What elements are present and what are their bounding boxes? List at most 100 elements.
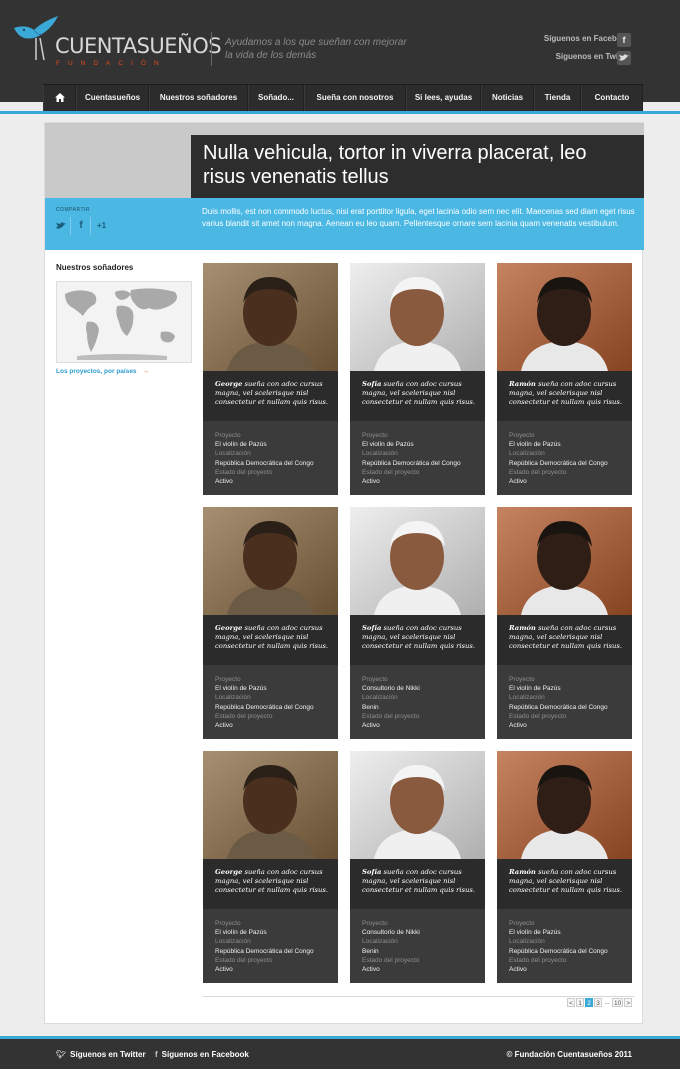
project-value: El violín de Pazús bbox=[509, 929, 561, 937]
nav-cuentasuenos[interactable]: Cuentasueños bbox=[76, 85, 149, 111]
project-value: Consultorio de Nikki bbox=[362, 929, 420, 937]
location-value: República Democrática del Congo bbox=[509, 459, 608, 467]
world-map[interactable] bbox=[56, 281, 192, 363]
dreamer-quote: George sueña con adoc cursus magna, vel … bbox=[203, 859, 338, 909]
status-label: Estado del proyecto bbox=[215, 956, 273, 964]
nav-sonado[interactable]: Soñado... bbox=[248, 85, 304, 111]
project-value: El violín de Pazús bbox=[215, 441, 267, 449]
location-value: República Democrática del Congo bbox=[509, 703, 608, 711]
dreamer-card[interactable]: George sueña con adoc cursus magna, vel … bbox=[203, 263, 338, 495]
project-info: Proyecto El violín de Pazús Localización Re… bbox=[509, 675, 629, 730]
nav-suena-con-nosotros[interactable]: Sueña con nosotros bbox=[304, 85, 406, 111]
location-label: Localización bbox=[509, 938, 545, 946]
project-label: Proyecto bbox=[509, 920, 535, 927]
main-nav: Cuentasueños Nuestros soñadores Soñado..… bbox=[43, 84, 643, 111]
dreamer-card[interactable]: Sofía sueña con adoc cursus magna, vel s… bbox=[350, 263, 485, 495]
pagination: < 1 2 3 ... 10 > bbox=[567, 998, 633, 1007]
dreamer-quote: Ramón sueña con adoc cursus magna, vel s… bbox=[497, 859, 632, 909]
dreamer-name: Ramón bbox=[509, 868, 536, 876]
status-label: Estado del proyecto bbox=[215, 712, 273, 720]
footer-facebook-link[interactable]: f Síguenos en Facebook bbox=[155, 1050, 249, 1059]
dreamer-name: Sofía bbox=[362, 868, 382, 876]
nav-contacto[interactable]: Contacto bbox=[581, 85, 643, 111]
facebook-icon[interactable]: f bbox=[617, 33, 631, 47]
location-label: Localización bbox=[362, 938, 398, 946]
dreamer-photo bbox=[497, 263, 632, 371]
content-panel: Nulla vehicula, tortor in viverra placer… bbox=[44, 122, 644, 1024]
dreamer-photo bbox=[203, 263, 338, 371]
dreamer-card[interactable]: George sueña con adoc cursus magna, vel … bbox=[203, 751, 338, 983]
status-value: Activo bbox=[509, 478, 527, 486]
dreamer-name: Ramón bbox=[509, 624, 536, 632]
dreamer-photo bbox=[350, 263, 485, 371]
sidebar-title: Nuestros soñadores bbox=[56, 263, 134, 272]
dreamer-card[interactable]: Sofía sueña con adoc cursus magna, vel s… bbox=[350, 507, 485, 739]
location-label: Localización bbox=[509, 694, 545, 702]
footer-facebook-label: Síguenos en Facebook bbox=[161, 1050, 249, 1059]
twitter-icon: 🐦︎ bbox=[56, 1050, 67, 1059]
sidebar-projects-by-country-link[interactable]: Los proyectos, por países → bbox=[56, 368, 149, 375]
dreamer-photo bbox=[497, 751, 632, 859]
status-value: Activo bbox=[215, 478, 233, 486]
status-label: Estado del proyecto bbox=[362, 468, 420, 476]
share-plusone-icon[interactable]: +1 bbox=[92, 217, 111, 235]
status-label: Estado del proyecto bbox=[509, 956, 567, 964]
location-label: Localización bbox=[215, 938, 251, 946]
share-twitter-icon[interactable] bbox=[52, 217, 71, 235]
sidebar-link-label: Los proyectos, por países bbox=[56, 368, 137, 375]
project-value: El violín de Pazús bbox=[509, 685, 561, 693]
location-label: Localización bbox=[362, 450, 398, 458]
project-value: Consultorio de Nikki bbox=[362, 685, 420, 693]
status-value: Activo bbox=[362, 966, 380, 974]
project-label: Proyecto bbox=[362, 676, 388, 683]
home-icon bbox=[54, 93, 65, 103]
dreamer-card[interactable]: Ramón sueña con adoc cursus magna, vel s… bbox=[497, 751, 632, 983]
site-logo[interactable]: CUENTASUEÑOS FUNDACIÓN bbox=[12, 14, 222, 70]
nav-accent-bar bbox=[0, 111, 680, 114]
nav-home[interactable] bbox=[43, 85, 76, 111]
dreamer-quote: Sofía sueña con adoc cursus magna, vel s… bbox=[350, 859, 485, 909]
dreamer-card[interactable]: George sueña con adoc cursus magna, vel … bbox=[203, 507, 338, 739]
dreamer-name: George bbox=[215, 380, 243, 388]
pagination-next[interactable]: > bbox=[624, 998, 633, 1007]
dreamer-name: Sofía bbox=[362, 380, 382, 388]
nav-si-lees-ayudas[interactable]: Si lees, ayudas bbox=[406, 85, 481, 111]
project-label: Proyecto bbox=[215, 676, 241, 683]
nav-nuestros-sonadores[interactable]: Nuestros soñadores bbox=[149, 85, 248, 111]
nav-tienda[interactable]: Tienda bbox=[534, 85, 581, 111]
pagination-page-3[interactable]: 3 bbox=[594, 998, 602, 1007]
location-label: Localización bbox=[362, 694, 398, 702]
project-info: Proyecto El violín de Pazús Localización Re… bbox=[215, 431, 335, 486]
pagination-page-2[interactable]: 2 bbox=[585, 998, 593, 1007]
dreamer-name: George bbox=[215, 868, 243, 876]
location-value: República Democrática del Congo bbox=[362, 459, 461, 467]
project-label: Proyecto bbox=[215, 920, 241, 927]
world-map-icon bbox=[65, 288, 177, 360]
dreamer-card[interactable]: Sofía sueña con adoc cursus magna, vel s… bbox=[350, 751, 485, 983]
dreamer-card[interactable]: Ramón sueña con adoc cursus magna, vel s… bbox=[497, 507, 632, 739]
status-label: Estado del proyecto bbox=[509, 468, 567, 476]
location-label: Localización bbox=[215, 450, 251, 458]
status-value: Activo bbox=[215, 722, 233, 730]
share-facebook-icon[interactable]: f bbox=[72, 217, 91, 235]
dreamer-quote: George sueña con adoc cursus magna, vel … bbox=[203, 615, 338, 665]
location-value: Benin bbox=[362, 947, 379, 955]
project-label: Proyecto bbox=[362, 432, 388, 439]
pagination-page-1[interactable]: 1 bbox=[576, 998, 584, 1007]
dreamer-quote: Sofía sueña con adoc cursus magna, vel s… bbox=[350, 371, 485, 421]
status-value: Activo bbox=[362, 722, 380, 730]
twitter-icon[interactable] bbox=[617, 51, 631, 65]
pagination-prev[interactable]: < bbox=[567, 998, 575, 1007]
pagination-page-last[interactable]: 10 bbox=[612, 998, 624, 1007]
project-info: Proyecto El violín de Pazús Localización Re… bbox=[362, 431, 482, 486]
project-info: Proyecto Consultorio de Nikki Localización… bbox=[362, 675, 482, 730]
footer-twitter-link[interactable]: 🐦︎ Síguenos en Twitter bbox=[56, 1050, 146, 1059]
hero-description: Duis mollis, est non commodo luctus, nis… bbox=[202, 207, 635, 228]
hero-title: Nulla vehicula, tortor in viverra placer… bbox=[203, 142, 587, 188]
location-value: Benin bbox=[362, 703, 379, 711]
project-label: Proyecto bbox=[362, 920, 388, 927]
dreamer-quote: Sofía sueña con adoc cursus magna, vel s… bbox=[350, 615, 485, 665]
nav-noticias[interactable]: Noticias bbox=[481, 85, 534, 111]
dreamer-photo bbox=[350, 751, 485, 859]
dreamer-card[interactable]: Ramón sueña con adoc cursus magna, vel s… bbox=[497, 263, 632, 495]
